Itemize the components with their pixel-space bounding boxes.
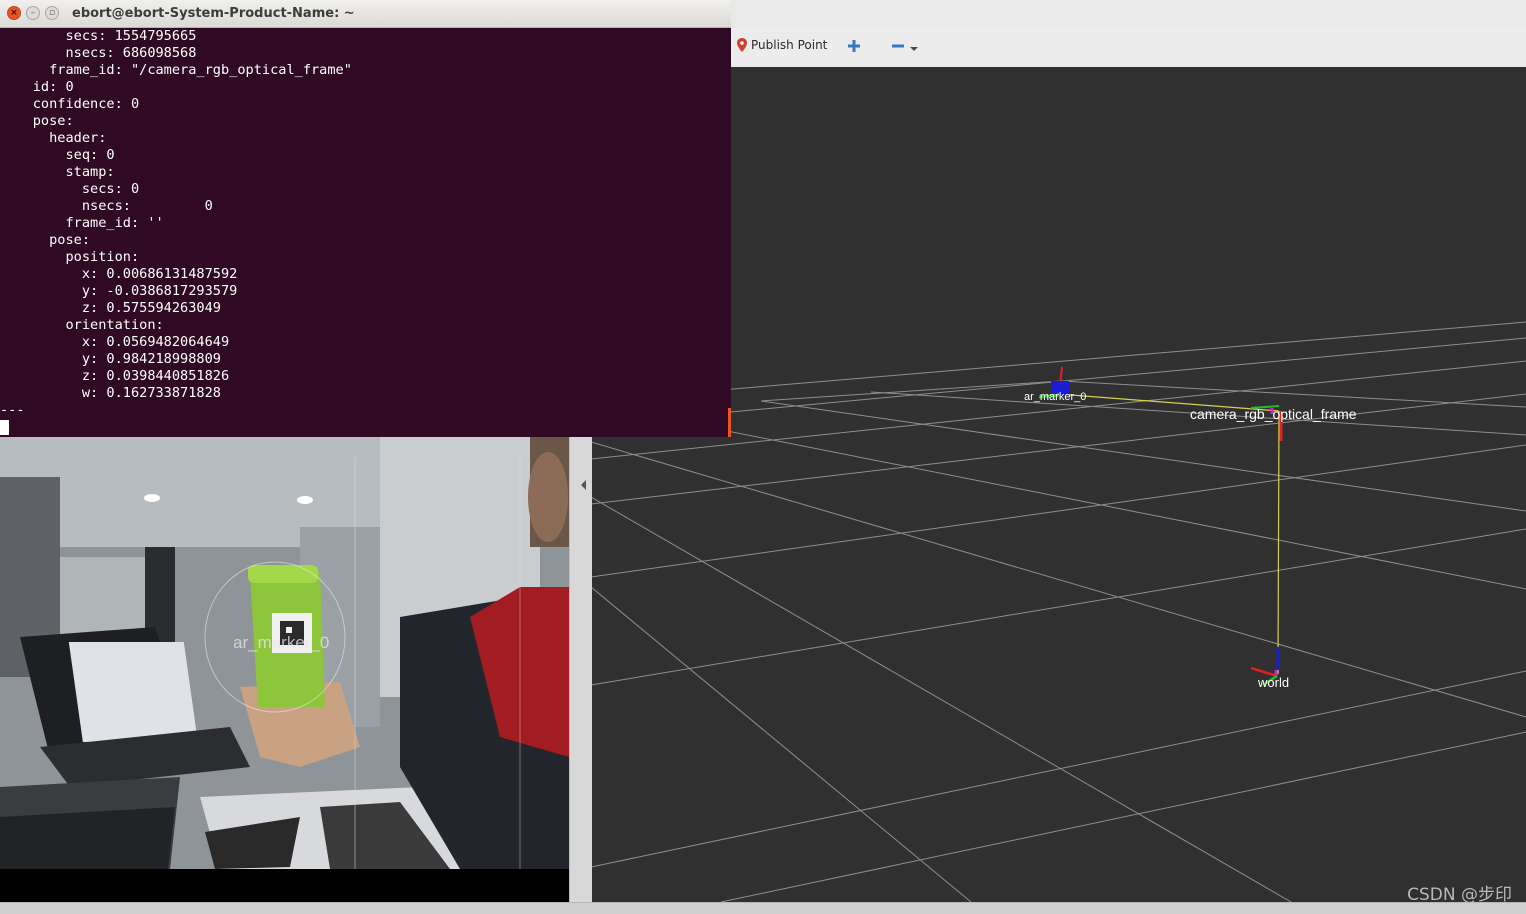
- watermark-text: CSDN @步印: [1407, 885, 1512, 905]
- publish-point-tool[interactable]: Publish Point: [737, 38, 827, 52]
- terminal-line: ---: [0, 402, 25, 418]
- rviz-toolbar: Publish Point: [731, 28, 1526, 68]
- camera-overlay-label: ar_marker_0: [233, 633, 330, 652]
- terminal-line: confidence: 0: [0, 96, 140, 112]
- rviz-status-bar: [0, 902, 1526, 914]
- camera-feed-image: [0, 437, 569, 902]
- terminal-line: w: 0.162733871828: [0, 385, 221, 401]
- terminal-line: stamp:: [0, 164, 115, 180]
- map-pin-icon: [737, 38, 747, 52]
- collapse-arrow-icon: [581, 480, 586, 490]
- ar-marker-label: ar_marker_0: [1024, 391, 1087, 403]
- terminal-line: y: -0.0386817293579: [0, 283, 238, 299]
- terminal-line: nsecs: 686098568: [0, 45, 197, 61]
- terminal-scrollbar[interactable]: [728, 408, 731, 437]
- terminal-line: x: 0.0569482064649: [0, 334, 230, 350]
- terminal-line: id: 0: [0, 79, 74, 95]
- add-tool-button[interactable]: [847, 39, 861, 53]
- panel-splitter[interactable]: [569, 437, 592, 902]
- terminal-output: secs: 1554795665 nsecs: 686098568 frame_…: [0, 28, 352, 419]
- rviz-3d-viewport[interactable]: ar_marker_0 camera_rgb_optical_frame wor…: [591, 67, 1526, 902]
- rviz-title-strip: [731, 0, 1526, 28]
- plus-icon: [848, 40, 860, 52]
- terminal-line: pose:: [0, 232, 91, 248]
- terminal-title: ebort@ebort-System-Product-Name: ~: [72, 6, 355, 21]
- terminal-line: x: 0.00686131487592: [0, 266, 238, 282]
- camera-image-panel: ar_marker_0: [0, 437, 569, 902]
- camera-frame-label: camera_rgb_optical_frame: [1190, 406, 1357, 422]
- publish-point-label: Publish Point: [751, 38, 828, 52]
- maximize-icon[interactable]: ▫: [45, 6, 59, 20]
- terminal-line: frame_id: "/camera_rgb_optical_frame": [0, 62, 352, 78]
- terminal-line: pose:: [0, 113, 74, 129]
- close-icon[interactable]: ×: [7, 6, 21, 20]
- rviz-grid: [591, 321, 1526, 902]
- terminal-titlebar[interactable]: × – ▫ ebort@ebort-System-Product-Name: ~: [0, 0, 731, 28]
- minimize-icon[interactable]: –: [26, 6, 40, 20]
- remove-tool-button[interactable]: [891, 39, 919, 53]
- terminal-body[interactable]: secs: 1554795665 nsecs: 686098568 frame_…: [0, 28, 731, 437]
- terminal-line: frame_id: '': [0, 215, 164, 231]
- terminal-line: secs: 1554795665: [0, 28, 197, 44]
- minus-icon: [892, 44, 918, 51]
- terminal-cursor: [0, 420, 9, 435]
- terminal-line: seq: 0: [0, 147, 115, 163]
- world-frame-label: world: [1258, 675, 1290, 690]
- terminal-line: z: 0.575594263049: [0, 300, 221, 316]
- terminal-window[interactable]: × – ▫ ebort@ebort-System-Product-Name: ~…: [0, 0, 731, 437]
- terminal-line: position:: [0, 249, 140, 265]
- terminal-line: secs: 0: [0, 181, 140, 197]
- terminal-line: y: 0.984218998809: [0, 351, 221, 367]
- terminal-line: header:: [0, 130, 107, 146]
- terminal-line: nsecs: 0: [0, 198, 213, 214]
- terminal-line: z: 0.0398440851826: [0, 368, 230, 384]
- terminal-line: orientation:: [0, 317, 164, 333]
